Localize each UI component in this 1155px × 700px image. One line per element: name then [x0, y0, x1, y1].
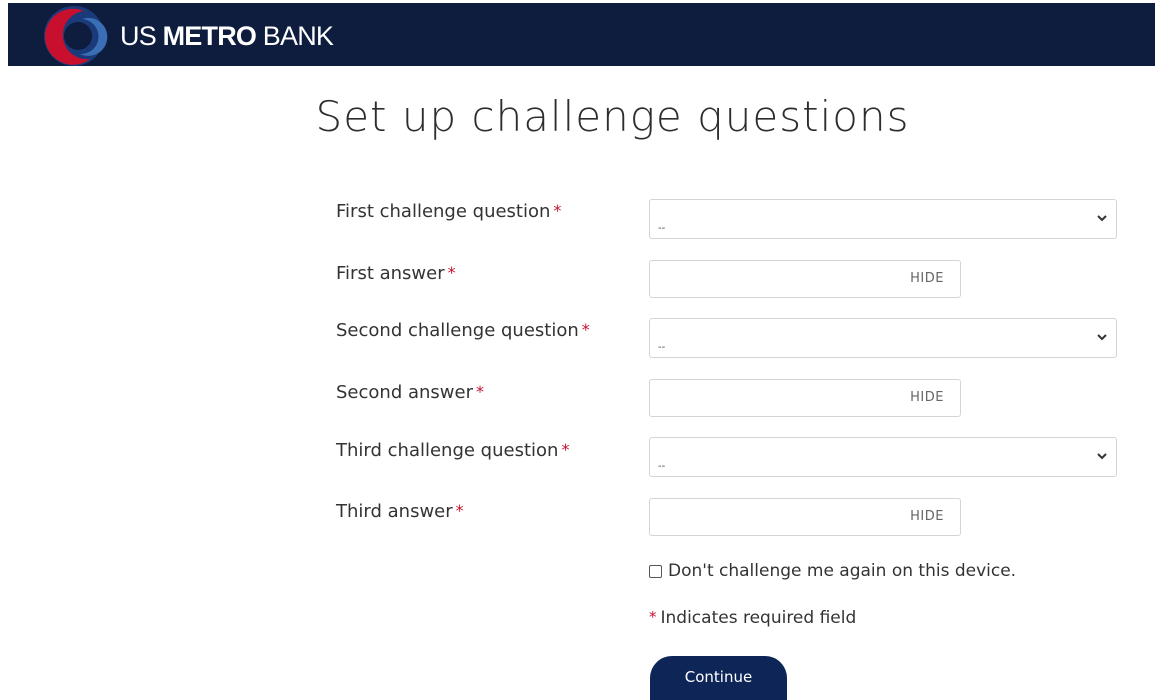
second-answer-label-text: Second answer	[336, 382, 473, 403]
third-question-label-text: Third challenge question	[336, 440, 559, 461]
required-asterisk: *	[649, 608, 657, 626]
required-field-note: * Indicates required field	[649, 608, 856, 628]
required-asterisk: *	[553, 201, 562, 220]
brand-bold: METRO	[162, 21, 257, 51]
second-question-label: Second challenge question *	[336, 320, 590, 341]
site-header: US METRO BANK	[8, 3, 1155, 66]
third-answer-input[interactable]: HIDE	[649, 498, 961, 536]
brand-suffix: BANK	[256, 21, 334, 51]
remember-device-label[interactable]: Don't challenge me again on this device.	[668, 561, 1016, 581]
third-answer-label-text: Third answer	[336, 501, 453, 522]
brand-prefix: US	[120, 21, 163, 51]
required-asterisk: *	[581, 320, 590, 339]
third-answer-label: Third answer *	[336, 501, 464, 522]
chevron-down-icon	[1097, 215, 1107, 222]
remember-device-checkbox[interactable]	[649, 564, 662, 578]
second-answer-hide-button[interactable]: HIDE	[910, 390, 944, 405]
first-answer-hide-button[interactable]: HIDE	[910, 271, 944, 286]
chevron-down-icon	[1097, 453, 1107, 460]
second-question-select[interactable]: --	[649, 318, 1117, 358]
third-question-value: --	[658, 461, 666, 472]
first-question-value: --	[658, 223, 666, 234]
first-answer-label: First answer *	[336, 263, 456, 284]
second-question-value: --	[658, 342, 666, 353]
continue-button[interactable]: Continue	[650, 656, 787, 700]
brand-name: US METRO BANK	[120, 21, 334, 52]
required-asterisk: *	[447, 263, 456, 282]
second-question-label-text: Second challenge question	[336, 320, 579, 341]
metro-bank-logo-icon	[44, 6, 108, 66]
required-field-note-text: Indicates required field	[660, 608, 857, 628]
first-question-label-text: First challenge question	[336, 201, 551, 222]
page-title: Set up challenge questions	[315, 92, 910, 141]
second-answer-input[interactable]: HIDE	[649, 379, 961, 417]
remember-device-row: Don't challenge me again on this device.	[649, 560, 1016, 582]
chevron-down-icon	[1097, 334, 1107, 341]
third-question-select[interactable]: --	[649, 437, 1117, 477]
first-answer-input[interactable]: HIDE	[649, 260, 961, 298]
required-asterisk: *	[455, 501, 464, 520]
first-question-label: First challenge question *	[336, 201, 561, 222]
page: US METRO BANK Set up challenge questions…	[0, 0, 1155, 700]
first-answer-label-text: First answer	[336, 263, 445, 284]
required-asterisk: *	[561, 440, 570, 459]
first-question-select[interactable]: --	[649, 199, 1117, 239]
third-answer-hide-button[interactable]: HIDE	[910, 509, 944, 524]
second-answer-label: Second answer *	[336, 382, 484, 403]
third-question-label: Third challenge question *	[336, 440, 569, 461]
required-asterisk: *	[475, 382, 484, 401]
